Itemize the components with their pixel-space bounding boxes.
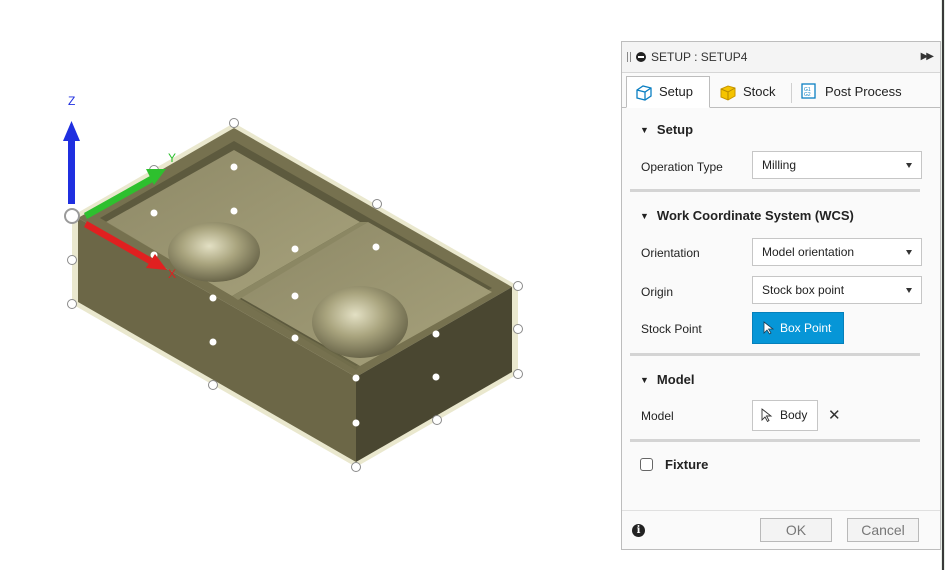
dialog-tabs: Setup Stock G1 G2 Post Process (622, 73, 940, 108)
operation-type-select[interactable]: Milling (752, 151, 922, 179)
clear-selection-icon[interactable]: ✕ (828, 406, 841, 424)
origin-value: Stock box point (762, 283, 845, 297)
chevron-down-icon (906, 163, 912, 168)
z-axis (68, 138, 75, 204)
dialog-title: SETUP : SETUP4 (651, 50, 748, 64)
orientation-label: Orientation (641, 246, 700, 260)
fixture-label: Fixture (665, 457, 709, 472)
origin-select[interactable]: Stock box point (752, 276, 922, 304)
svg-text:G2: G2 (804, 92, 811, 98)
operation-type-value: Milling (762, 158, 797, 172)
tab-post-process[interactable]: G1 G2 Post Process (792, 76, 920, 108)
wcs-section-header[interactable]: ▼ Work Coordinate System (WCS) (640, 208, 854, 223)
dialog-footer: i OK Cancel (622, 510, 940, 549)
section-divider (630, 439, 920, 442)
operation-type-label: Operation Type (641, 160, 723, 174)
tab-stock[interactable]: Stock (710, 76, 792, 108)
tab-setup[interactable]: Setup (626, 76, 710, 108)
ok-button[interactable]: OK (760, 518, 832, 542)
chevron-down-icon (906, 250, 912, 255)
collapse-triangle-icon: ▼ (640, 211, 649, 221)
stock-point-label: Stock Point (641, 322, 702, 336)
info-icon[interactable]: i (632, 524, 645, 537)
z-axis-label: Z (68, 94, 75, 108)
chevron-down-icon (906, 288, 912, 293)
y-axis-label: Y (168, 151, 176, 165)
setup-tab-icon (636, 85, 652, 101)
cursor-icon (761, 408, 773, 423)
tab-stock-label: Stock (743, 84, 776, 99)
tab-setup-label: Setup (659, 84, 693, 99)
post-process-tab-icon: G1 G2 (801, 83, 816, 99)
stop-icon (636, 52, 646, 62)
dialog-titlebar[interactable]: SETUP : SETUP4 ▶▶ (622, 42, 940, 73)
collapse-triangle-icon: ▼ (640, 125, 649, 135)
collapse-triangle-icon: ▼ (640, 375, 649, 385)
expand-icon[interactable]: ▶▶ (921, 42, 934, 72)
cursor-icon (763, 321, 775, 335)
fixture-checkbox[interactable] (640, 458, 653, 471)
setup-dialog: SETUP : SETUP4 ▶▶ Setup Stock G1 G2 Post… (621, 41, 941, 550)
body-selection-button[interactable]: Body (752, 400, 818, 431)
orientation-select[interactable]: Model orientation (752, 238, 922, 266)
3d-viewport[interactable]: Z Y X (0, 0, 610, 570)
cancel-button[interactable]: Cancel (847, 518, 919, 542)
left-carving (168, 222, 260, 282)
model-canvas[interactable]: Z Y X (0, 0, 610, 570)
model-label: Model (641, 409, 674, 423)
section-divider (630, 189, 920, 192)
section-divider (630, 353, 920, 356)
model-section-header[interactable]: ▼ Model (640, 372, 694, 387)
origin-label: Origin (641, 285, 674, 299)
drag-handle-icon[interactable] (627, 52, 631, 62)
stock-tab-icon (720, 85, 736, 101)
orientation-value: Model orientation (762, 245, 855, 259)
box-point-button[interactable]: Box Point (752, 312, 844, 344)
x-axis-label: X (168, 267, 176, 281)
window-edge (941, 0, 945, 570)
right-carving (312, 286, 408, 358)
setup-section-header[interactable]: ▼ Setup (640, 122, 693, 137)
tab-post-process-label: Post Process (825, 84, 902, 99)
